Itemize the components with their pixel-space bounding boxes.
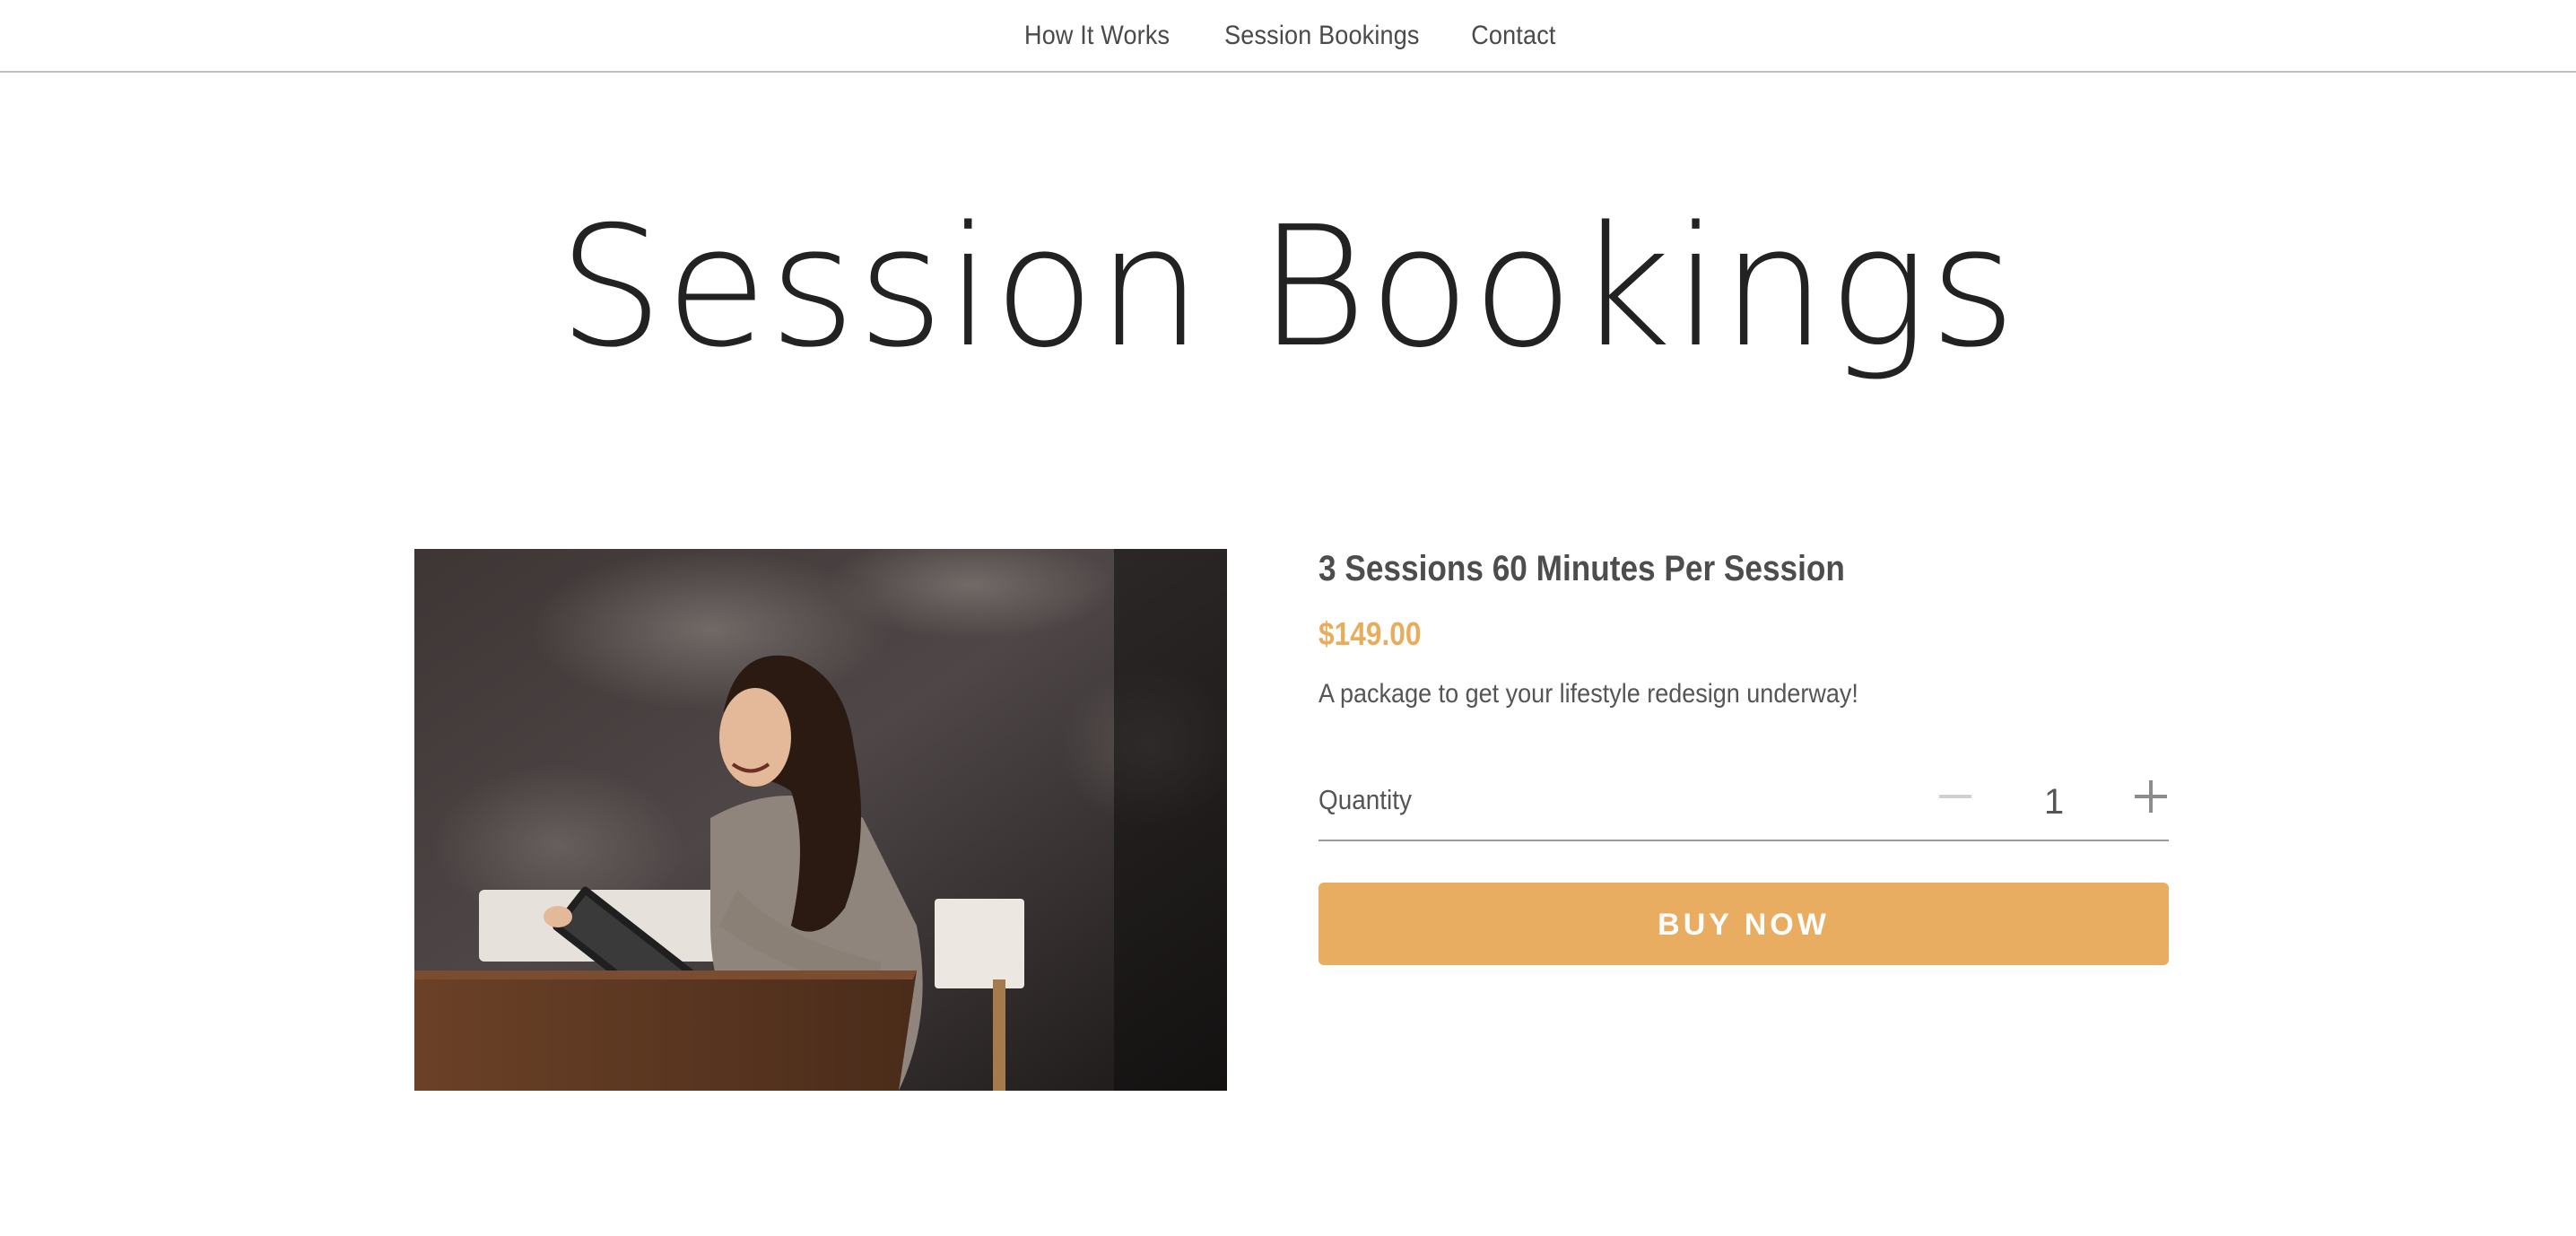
product-description: A package to get your lifestyle redesign… (1318, 679, 1858, 709)
product-name: 3 Sessions 60 Minutes Per Session (1318, 549, 1845, 588)
decrease-quantity-button[interactable] (1936, 777, 1975, 816)
product-image (414, 549, 1227, 1091)
increase-quantity-button[interactable] (2131, 777, 2171, 816)
product-price: $149.00 (1318, 615, 1422, 652)
product-photo (414, 549, 1227, 1091)
quantity-label: Quantity (1318, 784, 1412, 815)
plus-icon (2135, 780, 2167, 813)
page-title: Session Bookings (558, 190, 2018, 384)
nav-link-session-bookings[interactable]: Session Bookings (1224, 21, 1420, 51)
product-details: 3 Sessions 60 Minutes Per Session $149.0… (1318, 542, 2169, 965)
top-navigation: How It Works Session Bookings Contact (0, 0, 2576, 73)
nav-link-contact[interactable]: Contact (1471, 21, 1555, 51)
nav-link-how-it-works[interactable]: How It Works (1024, 21, 1170, 51)
quantity-value[interactable]: 1 (2036, 782, 2072, 823)
minus-icon (1939, 795, 1971, 798)
buy-now-button[interactable]: BUY NOW (1318, 883, 2169, 965)
quantity-selector: Quantity 1 (1318, 775, 2169, 841)
